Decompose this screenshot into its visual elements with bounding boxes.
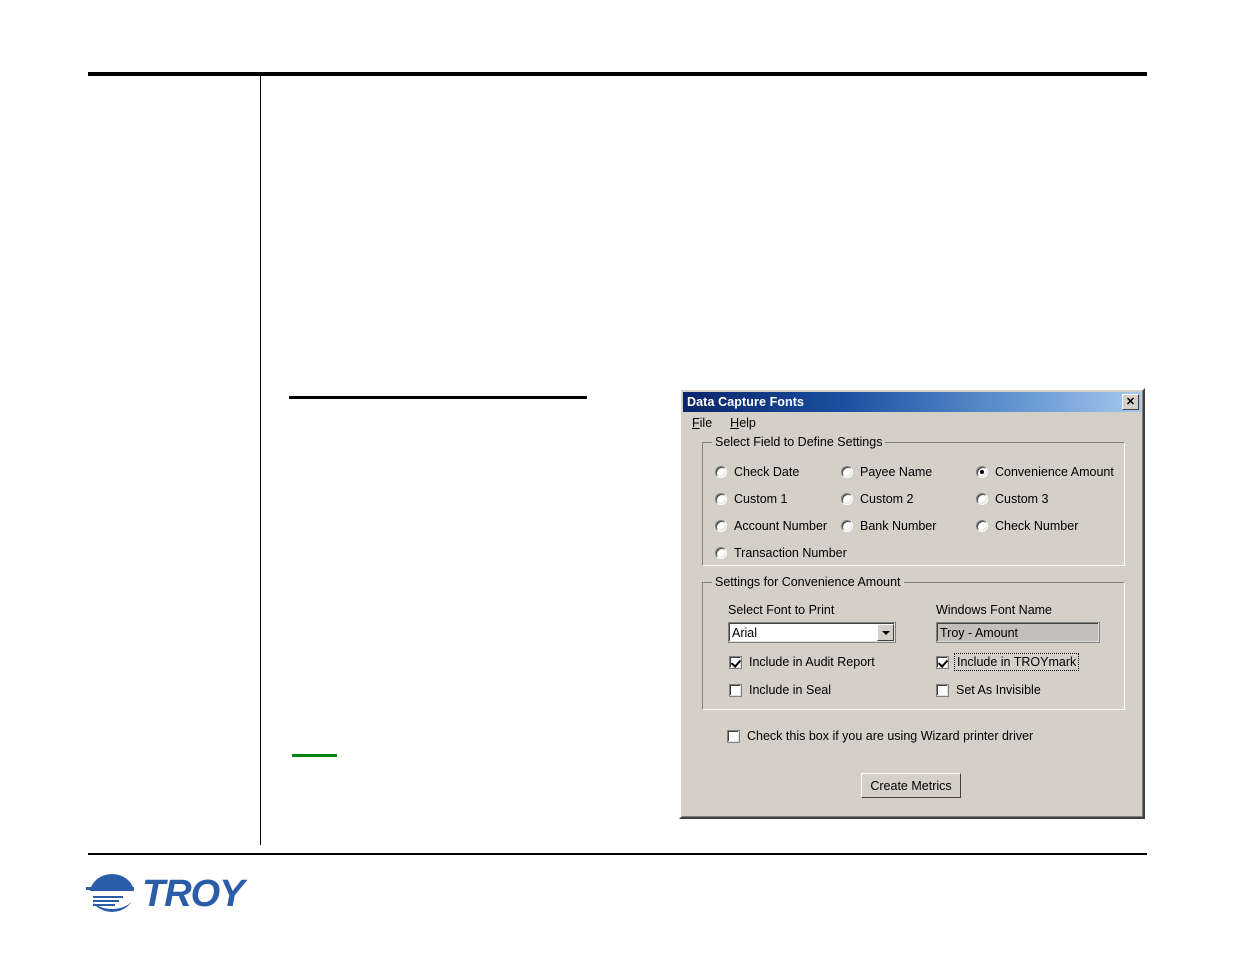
dialog-titlebar[interactable]: Data Capture Fonts ✕ [683, 392, 1141, 412]
radio-icon-selected [976, 466, 988, 478]
troy-logo-wordmark: TROY [142, 872, 245, 915]
radio-icon [841, 466, 853, 478]
troy-logo-mark-icon [86, 872, 138, 916]
menu-item-help-rest: elp [739, 416, 756, 430]
radio-icon [715, 520, 727, 532]
radio-label: Account Number [734, 519, 828, 533]
checkbox-label: Set As Invisible [956, 683, 1041, 697]
checkbox-wizard-printer-driver[interactable]: Check this box if you are using Wizard p… [727, 729, 1033, 743]
radio-label: Custom 1 [734, 492, 788, 506]
radio-icon [976, 520, 988, 532]
page-column-divider [260, 76, 262, 845]
radio-icon [841, 520, 853, 532]
radio-payee-name[interactable]: Payee Name [841, 465, 932, 479]
radio-bank-number[interactable]: Bank Number [841, 519, 936, 533]
checkbox-icon-checked [936, 655, 949, 669]
radio-label: Convenience Amount [995, 465, 1114, 479]
checkbox-include-in-audit-report[interactable]: Include in Audit Report [729, 655, 875, 669]
body-text-underline [289, 396, 587, 399]
select-font-label: Select Font to Print [728, 603, 835, 617]
page-header-rule [88, 72, 1147, 76]
windows-font-name-field: Troy - Amount [936, 622, 1100, 643]
checkbox-icon [729, 683, 742, 697]
checkbox-include-in-seal[interactable]: Include in Seal [729, 683, 831, 697]
radio-label: Bank Number [860, 519, 937, 533]
create-metrics-button-label: Create Metrics [870, 778, 952, 793]
settings-groupbox-title: Settings for Convenience Amount [712, 575, 904, 589]
windows-font-name-label: Windows Font Name [936, 603, 1053, 617]
radio-convenience-amount[interactable]: Convenience Amount [976, 465, 1114, 479]
font-select-combobox[interactable]: Arial [728, 622, 896, 643]
radio-icon [715, 493, 727, 505]
close-icon[interactable]: ✕ [1122, 394, 1139, 410]
radio-transaction-number[interactable]: Transaction Number [715, 546, 847, 560]
radio-icon [976, 493, 988, 505]
radio-icon [715, 547, 727, 559]
checkbox-label: Include in TROYmark [953, 653, 1080, 671]
page-footer-rule [88, 853, 1147, 855]
radio-custom-1[interactable]: Custom 1 [715, 492, 788, 506]
radio-label: Transaction Number [734, 546, 847, 560]
radio-custom-2[interactable]: Custom 2 [841, 492, 914, 506]
checkbox-label: Check this box if you are using Wizard p… [747, 729, 1034, 743]
font-select-value: Arial [732, 625, 758, 640]
select-field-groupbox: Select Field to Define Settings Check Da… [702, 435, 1125, 566]
radio-label: Custom 3 [995, 492, 1049, 506]
radio-label: Custom 2 [860, 492, 914, 506]
create-metrics-button[interactable]: Create Metrics [861, 773, 961, 798]
green-highlight-rule [292, 754, 337, 757]
menu-item-file[interactable]: File [685, 415, 719, 431]
radio-account-number[interactable]: Account Number [715, 519, 827, 533]
radio-check-date[interactable]: Check Date [715, 465, 799, 479]
checkbox-label: Include in Seal [749, 683, 832, 697]
radio-custom-3[interactable]: Custom 3 [976, 492, 1049, 506]
checkbox-set-as-invisible[interactable]: Set As Invisible [936, 683, 1041, 697]
data-capture-fonts-dialog: Data Capture Fonts ✕ File Help Select Fi… [679, 388, 1145, 819]
radio-label: Check Number [995, 519, 1079, 533]
dialog-menubar: File Help [685, 414, 763, 432]
windows-font-name-value: Troy - Amount [940, 625, 1019, 640]
checkbox-icon [936, 683, 949, 697]
checkbox-icon [727, 729, 740, 743]
radio-check-number[interactable]: Check Number [976, 519, 1078, 533]
troy-logo: TROY [86, 869, 245, 919]
checkbox-label: Include in Audit Report [749, 655, 875, 669]
menu-item-file-rest: ile [699, 416, 713, 430]
radio-label: Payee Name [860, 465, 933, 479]
select-field-groupbox-title: Select Field to Define Settings [712, 435, 886, 449]
menu-item-help[interactable]: Help [723, 415, 763, 431]
dialog-title: Data Capture Fonts [687, 395, 805, 409]
radio-icon [715, 466, 727, 478]
checkbox-icon-checked [729, 655, 742, 669]
chevron-down-icon[interactable] [877, 624, 894, 641]
radio-label: Check Date [734, 465, 800, 479]
radio-icon [841, 493, 853, 505]
settings-groupbox: Settings for Convenience Amount Select F… [702, 575, 1125, 710]
checkbox-include-in-troymark[interactable]: Include in TROYmark [936, 653, 1080, 671]
